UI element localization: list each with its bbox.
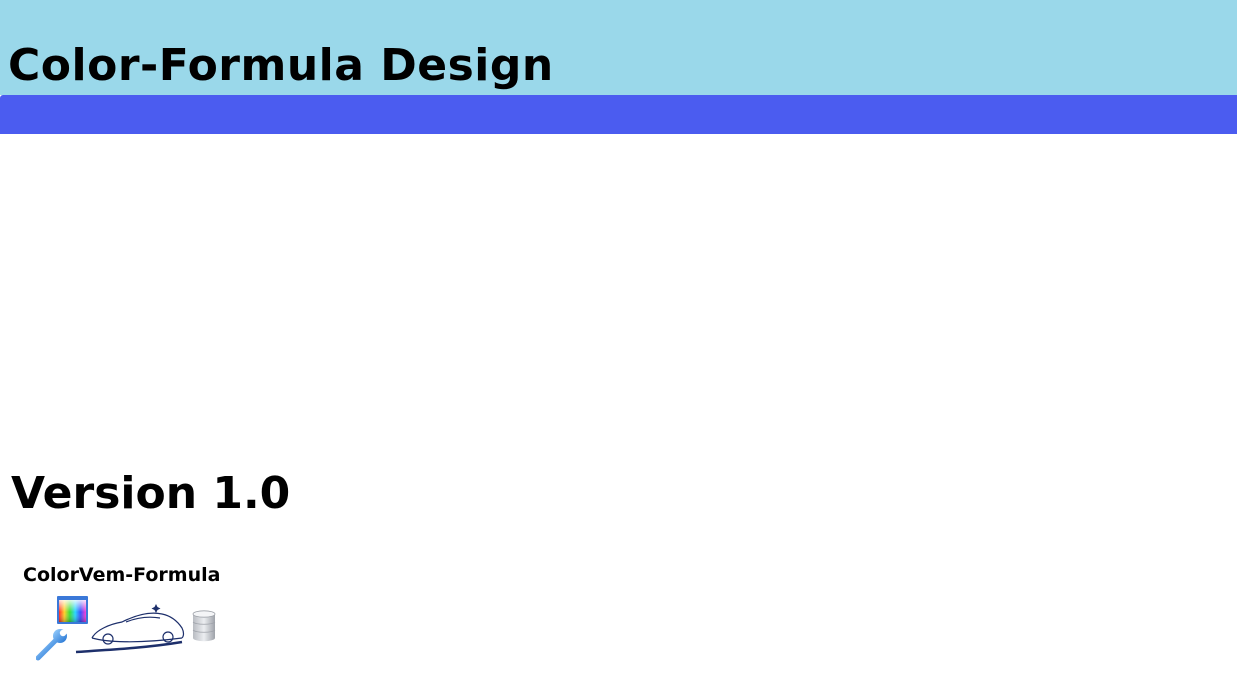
app-header: Color-Formula Design — [0, 0, 1237, 95]
version-label: Version 1.0 — [11, 468, 291, 519]
launcher-icon-group[interactable] — [36, 596, 242, 662]
color-palette-icon — [57, 596, 88, 624]
car-icon — [75, 604, 185, 654]
launcher-label: ColorVem-Formula — [23, 564, 221, 586]
nav-bar — [0, 95, 1237, 134]
wrench-icon — [36, 628, 69, 661]
database-icon — [192, 610, 216, 642]
app-title: Color-Formula Design — [8, 40, 554, 91]
colorvem-formula-launcher[interactable]: ColorVem-Formula — [20, 560, 240, 664]
